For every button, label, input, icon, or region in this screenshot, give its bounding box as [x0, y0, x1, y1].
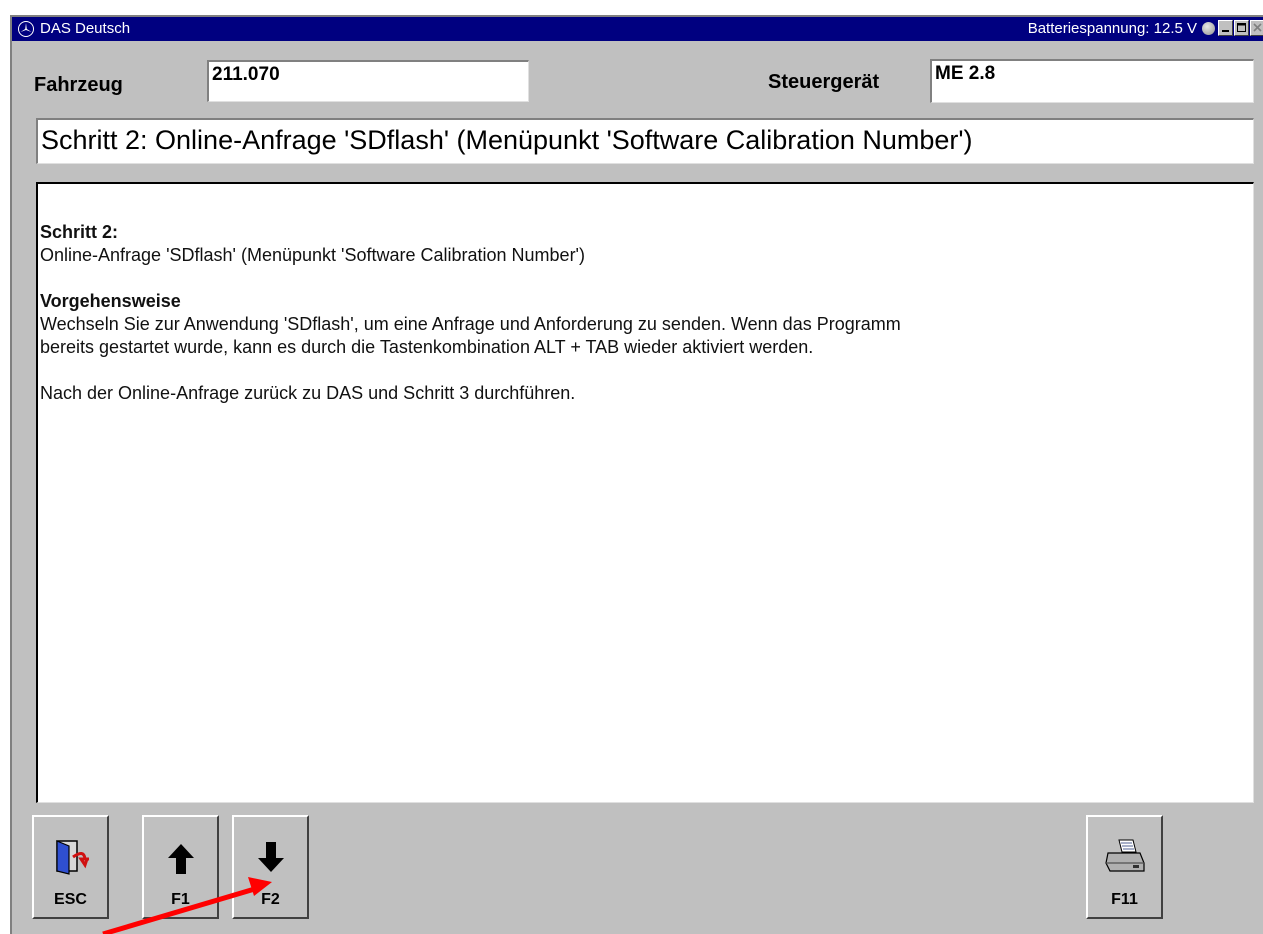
f11-key-label: F11 [1111, 891, 1138, 908]
step-description: Online-Anfrage 'SDflash' (Menüpunkt 'Sof… [40, 245, 585, 265]
vehicle-label: Fahrzeug [34, 74, 123, 96]
vehicle-field[interactable]: 211.070 [207, 60, 529, 102]
f1-button[interactable]: F1 [142, 815, 219, 919]
mercedes-star-icon [18, 21, 34, 37]
window-title: DAS Deutsch [40, 20, 131, 37]
status-led-icon [1202, 22, 1215, 35]
title-bar: DAS Deutsch Batteriespannung: 12.5 V [12, 17, 1263, 41]
maximize-button[interactable] [1234, 20, 1249, 36]
esc-key-label: ESC [54, 891, 87, 908]
das-window: DAS Deutsch Batteriespannung: 12.5 V Fah… [10, 15, 1263, 934]
ecu-label: Steuergerät [768, 71, 880, 93]
f2-key-label: F2 [261, 891, 280, 908]
exit-door-icon [51, 837, 91, 882]
close-button[interactable] [1250, 20, 1263, 36]
esc-button[interactable]: ESC [32, 815, 109, 919]
arrow-down-icon [257, 841, 285, 878]
f2-button[interactable]: F2 [232, 815, 309, 919]
procedure-text-line-1: Wechseln Sie zur Anwendung 'SDflash', um… [40, 314, 901, 334]
minimize-button[interactable] [1218, 20, 1233, 36]
battery-voltage-status: Batteriespannung: 12.5 V [1027, 20, 1197, 37]
printer-icon [1103, 837, 1147, 882]
arrow-up-icon [167, 843, 195, 880]
step-heading: Schritt 2: [40, 222, 119, 242]
step-title: Schritt 2: Online-Anfrage 'SDflash' (Men… [36, 118, 1254, 164]
procedure-text-line-2: bereits gestartet wurde, kann es durch d… [40, 337, 814, 357]
next-step-text: Nach der Online-Anfrage zurück zu DAS un… [40, 383, 576, 403]
ecu-field[interactable]: ME 2.8 [930, 59, 1254, 103]
instruction-panel: Schritt 2: Online-Anfrage 'SDflash' (Men… [36, 182, 1254, 803]
f11-button[interactable]: F11 [1086, 815, 1163, 919]
f1-key-label: F1 [171, 891, 190, 908]
procedure-heading: Vorgehensweise [40, 291, 181, 311]
